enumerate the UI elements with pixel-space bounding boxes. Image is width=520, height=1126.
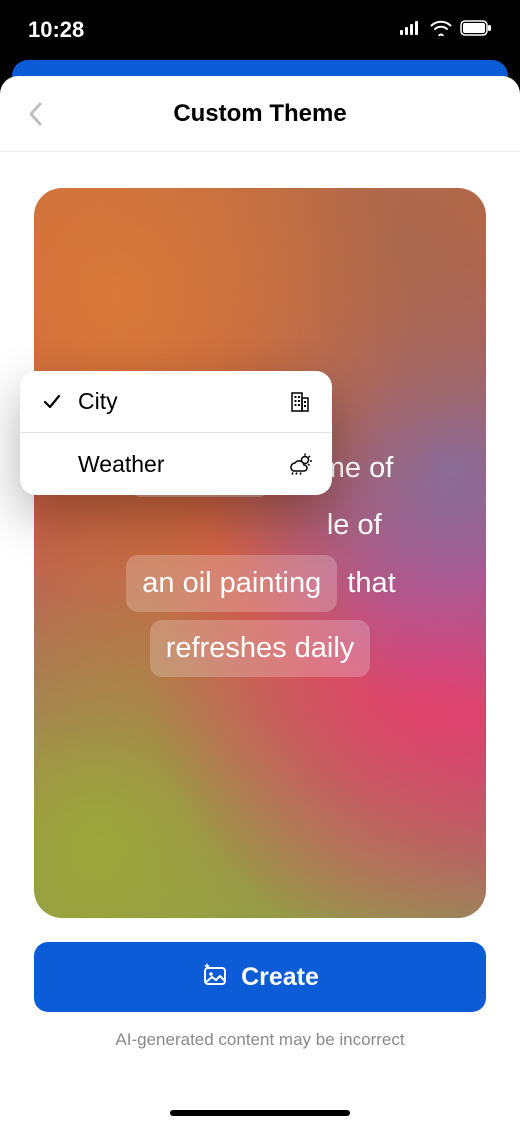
- battery-icon: [460, 20, 492, 41]
- location-dropdown: City Weather: [20, 371, 332, 495]
- dropdown-label: City: [66, 388, 286, 415]
- building-icon: [286, 391, 314, 413]
- modal-header: Custom Theme: [0, 76, 520, 152]
- home-indicator[interactable]: [170, 1110, 350, 1116]
- content-area: Location theme of xxxxxxxxxxxxxle of an …: [0, 152, 520, 1126]
- signal-icon: [400, 21, 422, 40]
- dropdown-option-weather[interactable]: Weather: [20, 433, 332, 495]
- status-bar: 10:28: [0, 0, 520, 60]
- prompt-text-partial: le of: [327, 509, 382, 541]
- custom-theme-modal: Custom Theme Location theme of xxxxxxxxx…: [0, 76, 520, 1126]
- status-time: 10:28: [28, 17, 84, 43]
- status-icons: [400, 20, 492, 41]
- theme-preview-canvas: Location theme of xxxxxxxxxxxxxle of an …: [34, 188, 486, 918]
- back-button[interactable]: [20, 99, 50, 129]
- create-button-label: Create: [241, 963, 319, 992]
- sparkle-image-icon: [201, 961, 229, 994]
- dropdown-option-city[interactable]: City: [20, 371, 332, 433]
- disclaimer-text: AI-generated content may be incorrect: [34, 1030, 486, 1050]
- dropdown-label: Weather: [66, 451, 286, 478]
- prompt-text-2: that: [339, 567, 395, 599]
- chevron-left-icon: [27, 101, 43, 127]
- page-title: Custom Theme: [0, 100, 520, 128]
- style-chip[interactable]: an oil painting: [126, 555, 337, 612]
- checkmark-icon: [38, 394, 66, 410]
- refresh-chip[interactable]: refreshes daily: [150, 620, 371, 677]
- weather-icon: [286, 453, 314, 475]
- create-button[interactable]: Create: [34, 942, 486, 1012]
- wifi-icon: [430, 20, 452, 41]
